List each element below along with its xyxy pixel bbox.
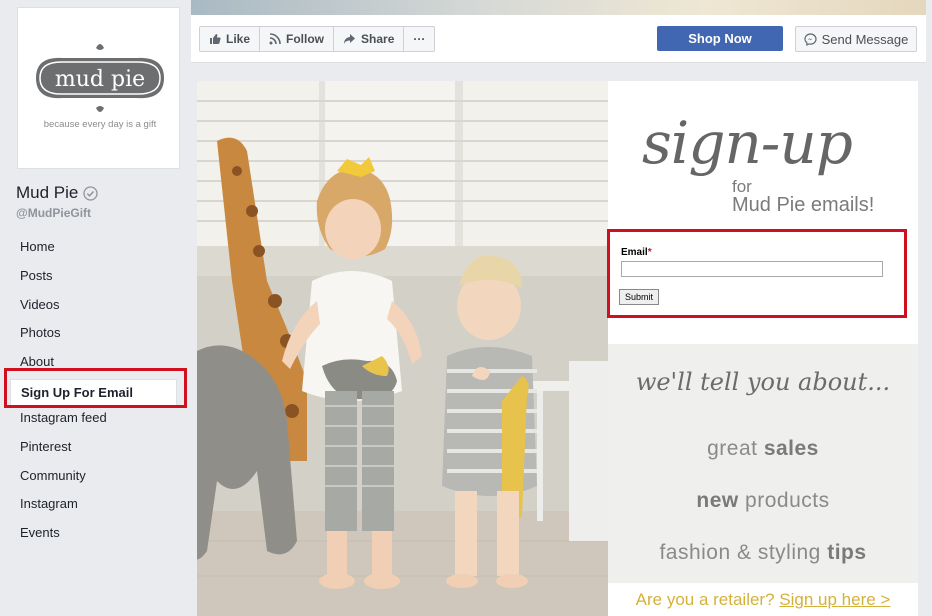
benefits-box: we'll tell you about... great sales new … bbox=[608, 344, 918, 616]
svg-text:mud pie: mud pie bbox=[55, 67, 145, 92]
benefit-2-bold: new bbox=[696, 489, 739, 512]
sidebar-item-community[interactable]: Community bbox=[10, 464, 185, 493]
benefit-great-sales: great sales bbox=[608, 437, 918, 461]
benefit-1-regular: great bbox=[707, 437, 764, 460]
shop-now-button[interactable]: Shop Now bbox=[657, 26, 783, 51]
retailer-signup-link[interactable]: Sign up here > bbox=[779, 590, 890, 609]
sidebar-item-instagram[interactable]: Instagram bbox=[10, 492, 185, 521]
page-name-text: Mud Pie bbox=[16, 183, 79, 202]
tell-you-about-heading: we'll tell you about... bbox=[635, 368, 891, 396]
page-action-bar: Like Follow Share ··· Shop Now Send Mess… bbox=[191, 15, 926, 63]
promo-photo bbox=[197, 81, 608, 616]
signup-emails-text: Mud Pie emails! bbox=[732, 194, 875, 216]
benefit-3-bold: tips bbox=[827, 541, 867, 564]
profile-picture[interactable]: mud pie because every day is a gift bbox=[17, 7, 180, 169]
sidebar-item-pinterest[interactable]: Pinterest bbox=[10, 435, 185, 464]
share-arrow-icon bbox=[344, 34, 356, 44]
sidebar-item-home[interactable]: Home bbox=[10, 235, 185, 264]
benefit-styling-tips: fashion & styling tips bbox=[608, 541, 918, 565]
follow-button[interactable]: Follow bbox=[260, 27, 335, 51]
benefit-3-regular: fashion & styling bbox=[659, 541, 828, 564]
retailer-text: Are you a retailer? bbox=[635, 590, 780, 609]
share-label: Share bbox=[361, 32, 395, 46]
benefit-new-products: new products bbox=[608, 489, 918, 513]
sidebar-item-posts[interactable]: Posts bbox=[10, 264, 185, 293]
share-button[interactable]: Share bbox=[334, 27, 405, 51]
like-button[interactable]: Like bbox=[200, 27, 261, 51]
sidebar-item-instagram-feed[interactable]: Instagram feed bbox=[10, 406, 185, 435]
signup-header: sign-up for Mud Pie emails! bbox=[608, 81, 918, 231]
more-options-button[interactable]: ··· bbox=[404, 27, 434, 51]
signup-panel: sign-up for Mud Pie emails! Email* Submi… bbox=[608, 81, 918, 616]
thumbs-up-icon bbox=[210, 34, 221, 44]
verified-check-icon bbox=[83, 185, 99, 201]
children-photo-illustration bbox=[197, 81, 608, 616]
highlight-box-nav bbox=[4, 368, 187, 408]
svg-text:because every day is a gift: because every day is a gift bbox=[44, 119, 157, 130]
page-handle[interactable]: @MudPieGift bbox=[16, 206, 91, 220]
retailer-row: Are you a retailer? Sign up here > bbox=[608, 583, 918, 616]
benefit-1-bold: sales bbox=[763, 437, 819, 460]
sidebar-item-events[interactable]: Events bbox=[10, 521, 185, 550]
sidebar-item-photos[interactable]: Photos bbox=[10, 321, 185, 350]
highlight-box-form bbox=[607, 229, 907, 318]
like-label: Like bbox=[226, 32, 251, 46]
cover-photo-strip[interactable] bbox=[191, 0, 926, 15]
more-dots-icon: ··· bbox=[413, 32, 426, 46]
benefit-2-regular: products bbox=[738, 489, 830, 512]
left-sidebar: mud pie because every day is a gift Mud … bbox=[0, 0, 190, 616]
page-name[interactable]: Mud Pie bbox=[16, 183, 99, 203]
signup-script-title: sign-up bbox=[642, 109, 853, 177]
follow-label: Follow bbox=[286, 32, 325, 46]
messenger-icon bbox=[804, 32, 817, 46]
send-message-label: Send Message bbox=[821, 31, 909, 47]
send-message-button[interactable]: Send Message bbox=[795, 26, 917, 52]
sidebar-item-videos[interactable]: Videos bbox=[10, 293, 185, 322]
rss-icon bbox=[269, 33, 281, 45]
page-action-buttons: Like Follow Share ··· bbox=[199, 26, 436, 52]
mud-pie-logo: mud pie because every day is a gift bbox=[36, 44, 164, 130]
